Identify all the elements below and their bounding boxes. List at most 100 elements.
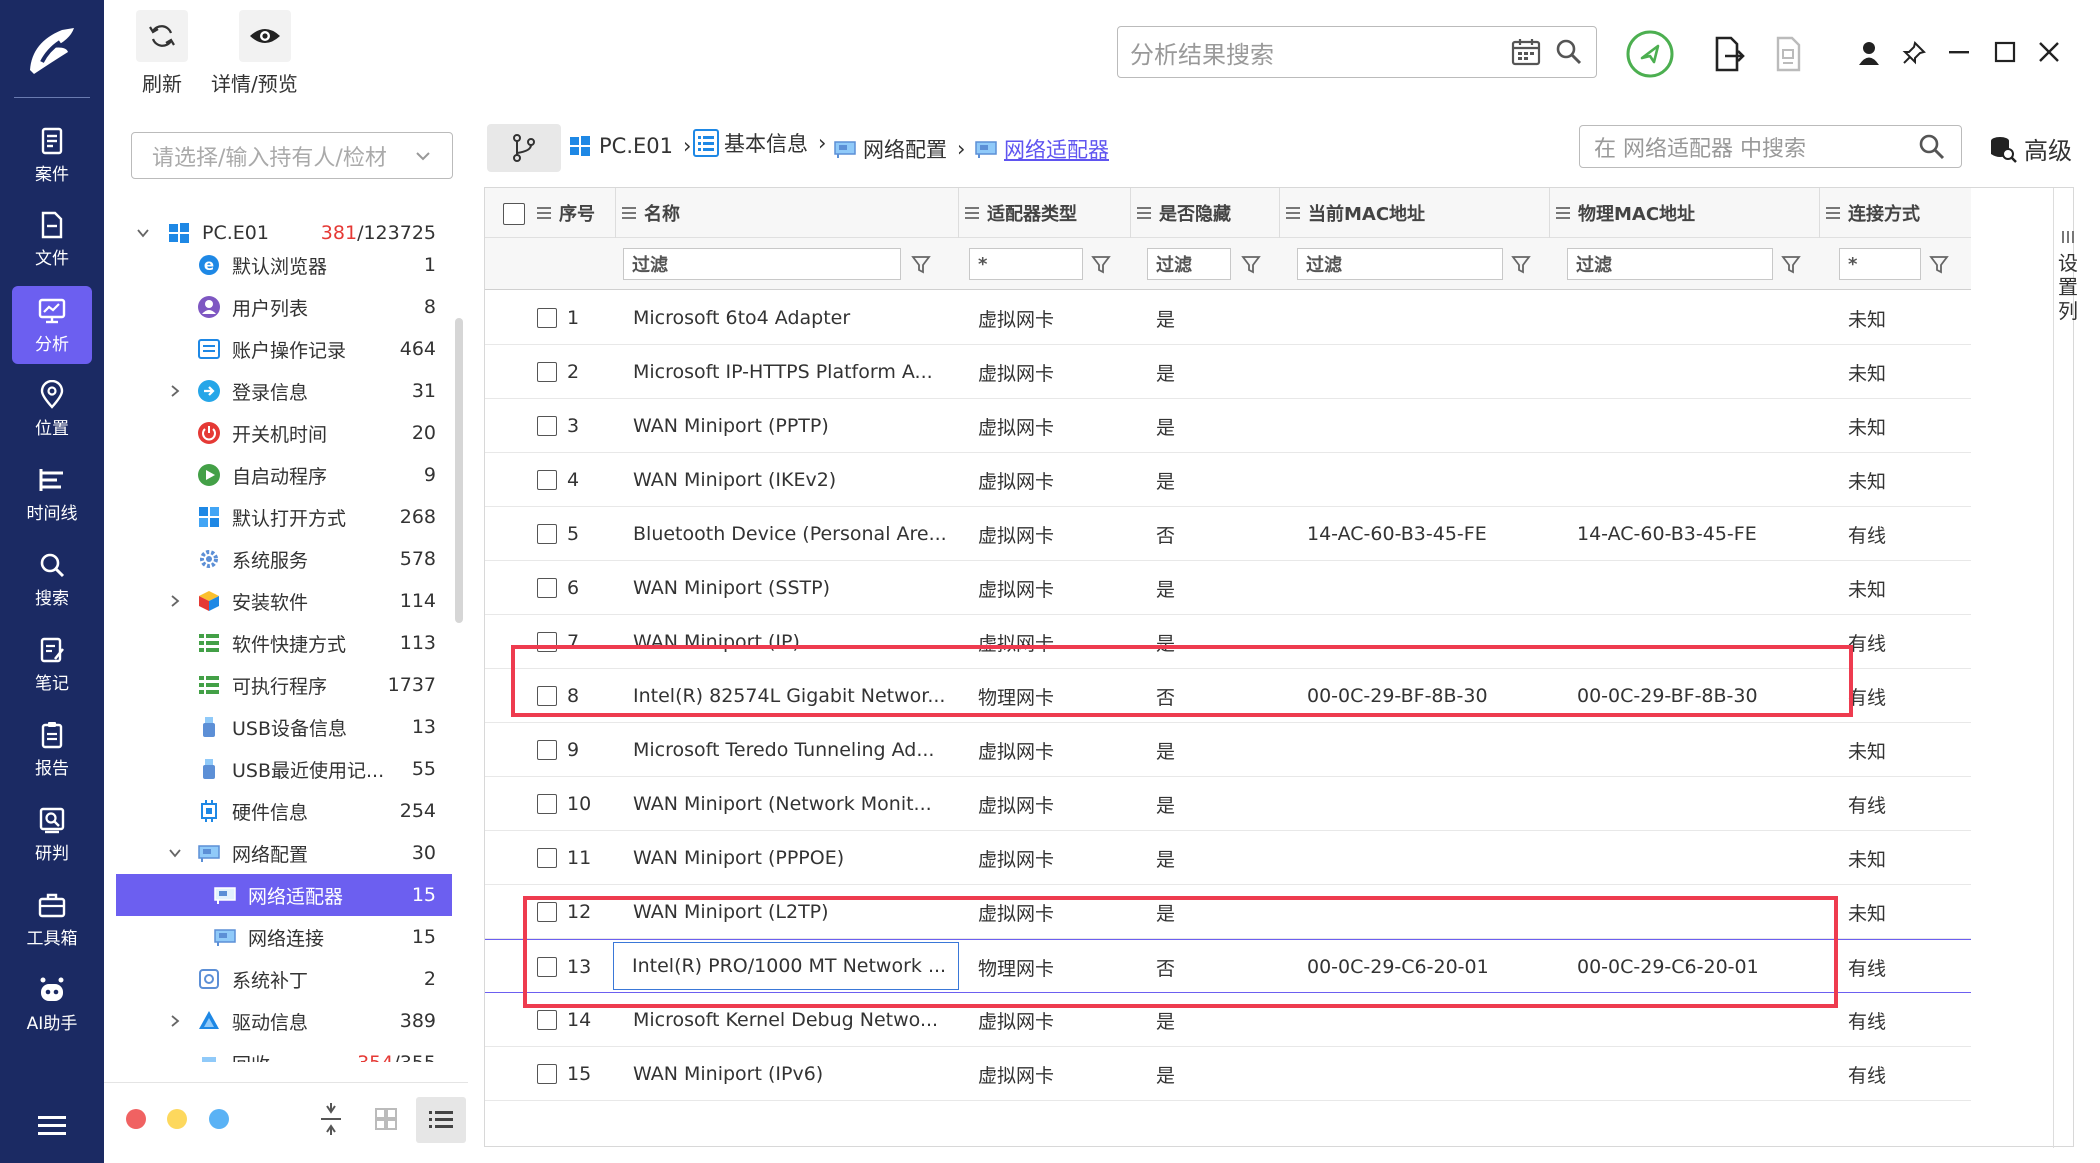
rail-item-toolbox[interactable]: 工具箱 (12, 880, 92, 958)
collapse-vertical-icon[interactable] (318, 1103, 344, 1135)
table-row[interactable]: 6 WAN Miniport (SSTP) 虚拟网卡 是 未知 (485, 561, 1971, 615)
column-menu-icon[interactable] (537, 207, 551, 219)
row-checkbox[interactable] (537, 524, 557, 544)
search-icon[interactable] (1554, 37, 1584, 67)
rail-item-search[interactable]: 搜索 (12, 540, 92, 618)
user-icon[interactable] (1855, 38, 1883, 68)
row-checkbox-cell[interactable] (537, 940, 561, 994)
row-checkbox-cell[interactable] (537, 993, 561, 1047)
table-row[interactable]: 11 WAN Miniport (PPPOE) 虚拟网卡 是 未知 (485, 831, 1971, 885)
tree-node-user-list[interactable]: 用户列表 8 (116, 286, 452, 328)
table-row[interactable]: 4 WAN Miniport (IKEv2) 虚拟网卡 是 未知 (485, 453, 1971, 507)
advanced-search-button[interactable]: 高级 (1988, 131, 2072, 166)
rail-item-note[interactable]: 笔记 (12, 625, 92, 703)
cell-name[interactable]: WAN Miniport (PPPOE) (633, 831, 951, 885)
search-icon[interactable] (1917, 132, 1947, 162)
filter-funnel-icon[interactable] (911, 254, 931, 274)
export-file-icon[interactable] (1711, 34, 1745, 74)
result-search-input[interactable]: 分析结果搜索 (1117, 26, 1597, 78)
table-row[interactable]: 13 Intel(R) PRO/1000 MT Network ... 物理网卡否 0… (485, 939, 1971, 993)
calendar-icon[interactable] (1510, 37, 1542, 67)
cell-name[interactable]: Microsoft 6to4 Adapter (633, 291, 951, 345)
column-menu-icon[interactable] (1286, 207, 1300, 219)
tree-scrollbar[interactable] (455, 318, 463, 623)
table-row[interactable]: 12 WAN Miniport (L2TP) 虚拟网卡 是 未知 (485, 885, 1971, 939)
tree-node-usb-devices[interactable]: USB设备信息 13 (116, 706, 452, 748)
row-checkbox-cell[interactable] (537, 831, 561, 885)
filter-physical-mac-input[interactable]: 过滤 (1567, 248, 1773, 280)
cell-name[interactable]: WAN Miniport (PPTP) (633, 399, 951, 453)
rail-item-analysis[interactable]: 分析 (12, 286, 92, 364)
row-checkbox[interactable] (537, 740, 557, 760)
table-row[interactable]: 15 WAN Miniport (IPv6) 虚拟网卡 是 有线 (485, 1047, 1971, 1101)
column-menu-icon[interactable] (1556, 207, 1570, 219)
table-row[interactable]: 3 WAN Miniport (PPTP) 虚拟网卡 是 未知 (485, 399, 1971, 453)
tree-node-autostart[interactable]: 自启动程序 9 (116, 454, 452, 496)
rocket-badge-icon[interactable] (1625, 29, 1675, 79)
col-header-current-mac[interactable]: 当前MAC地址 (1279, 188, 1425, 238)
tree-node-usb-recent[interactable]: USB最近使用记... 55 (116, 748, 452, 790)
cell-name[interactable]: Microsoft IP-HTTPS Platform A... (633, 345, 951, 399)
row-checkbox-cell[interactable] (537, 723, 561, 777)
yellow-dot-filter[interactable] (167, 1109, 187, 1129)
row-checkbox-cell[interactable] (537, 615, 561, 669)
detail-preview-button[interactable]: 详情/预览 (211, 10, 298, 97)
rail-item-report[interactable]: 报告 (12, 710, 92, 788)
table-row[interactable]: 14 Microsoft Kernel Debug Netwo... 虚拟网卡 是 有线 (485, 993, 1971, 1047)
list-view-button[interactable] (416, 1097, 466, 1143)
column-menu-icon[interactable] (965, 207, 979, 219)
tree-node-network-config[interactable]: 网络配置 30 (116, 832, 452, 874)
red-dot-filter[interactable] (126, 1109, 146, 1129)
table-row[interactable]: 7 WAN Miniport (IP) 虚拟网卡 是 有线 (485, 615, 1971, 669)
cell-name[interactable]: WAN Miniport (L2TP) (633, 885, 951, 939)
row-checkbox[interactable] (537, 632, 557, 652)
table-row[interactable]: 8 Intel(R) 82574L Gigabit Networ... 物理网卡 否 0… (485, 669, 1971, 723)
column-settings-button[interactable]: 设置列 (2053, 225, 2083, 325)
row-checkbox[interactable] (537, 1064, 557, 1084)
select-all-checkbox[interactable] (503, 203, 525, 225)
row-checkbox-cell[interactable] (537, 291, 561, 345)
tree-node-system-service[interactable]: 系统服务 578 (116, 538, 452, 580)
row-checkbox-cell[interactable] (537, 885, 561, 939)
col-header-name[interactable]: 名称 (615, 188, 680, 238)
tree-node-network-adapter[interactable]: 网络适配器 15 (116, 874, 452, 916)
column-menu-icon[interactable] (622, 207, 636, 219)
chevron-down-icon[interactable] (136, 226, 150, 240)
cell-name[interactable]: Microsoft Teredo Tunneling Ad... (633, 723, 951, 777)
pin-icon[interactable] (1899, 38, 1929, 68)
grid-view-icon[interactable] (374, 1107, 398, 1131)
breadcrumb-network-adapter[interactable]: 网络适配器 (974, 134, 1109, 164)
table-row[interactable]: 9 Microsoft Teredo Tunneling Ad... 虚拟网卡 是 未知 (485, 723, 1971, 777)
tree-node-driver-info[interactable]: 驱动信息 389 (116, 1000, 452, 1042)
maximize-icon[interactable] (1990, 38, 2020, 66)
filter-funnel-icon[interactable] (1929, 254, 1949, 274)
rail-item-location[interactable]: 位置 (12, 370, 92, 448)
row-checkbox[interactable] (537, 578, 557, 598)
column-menu-icon[interactable] (1137, 207, 1151, 219)
tree-node-default-open[interactable]: 默认打开方式 268 (116, 496, 452, 538)
col-header-connection[interactable]: 连接方式 (1819, 188, 1971, 238)
row-checkbox-cell[interactable] (537, 1047, 561, 1101)
rail-item-case[interactable]: 案件 (12, 116, 92, 194)
cell-name[interactable]: WAN Miniport (SSTP) (633, 561, 951, 615)
refresh-button[interactable]: 刷新 (136, 10, 188, 97)
row-checkbox[interactable] (537, 902, 557, 922)
row-checkbox-cell[interactable] (537, 777, 561, 831)
filter-funnel-icon[interactable] (1241, 254, 1261, 274)
tree-node-default-browser[interactable]: e 默认浏览器 1 (116, 244, 452, 286)
cell-name[interactable]: WAN Miniport (Network Monit... (633, 777, 951, 831)
table-row[interactable]: 10 WAN Miniport (Network Monit... 虚拟网卡 是 有线 (485, 777, 1971, 831)
row-checkbox-cell[interactable] (537, 669, 561, 723)
row-checkbox[interactable] (537, 362, 557, 382)
owner-evidence-select[interactable]: 请选择/输入持有人/检材 (131, 132, 453, 179)
rail-item-judge[interactable]: 研判 (12, 795, 92, 873)
row-checkbox-cell[interactable] (537, 561, 561, 615)
filter-funnel-icon[interactable] (1511, 254, 1531, 274)
filter-connection-input[interactable]: * (1839, 248, 1921, 280)
filter-current-mac-input[interactable]: 过滤 (1297, 248, 1503, 280)
cell-name[interactable]: WAN Miniport (IPv6) (633, 1047, 951, 1101)
tree-node-power-time[interactable]: 开关机时间 20 (116, 412, 452, 454)
breadcrumb-root[interactable]: PC.E01 › (569, 134, 691, 158)
cell-name[interactable]: Intel(R) PRO/1000 MT Network ... (613, 942, 959, 990)
breadcrumb-basic-info[interactable]: 基本信息 › (692, 128, 826, 158)
